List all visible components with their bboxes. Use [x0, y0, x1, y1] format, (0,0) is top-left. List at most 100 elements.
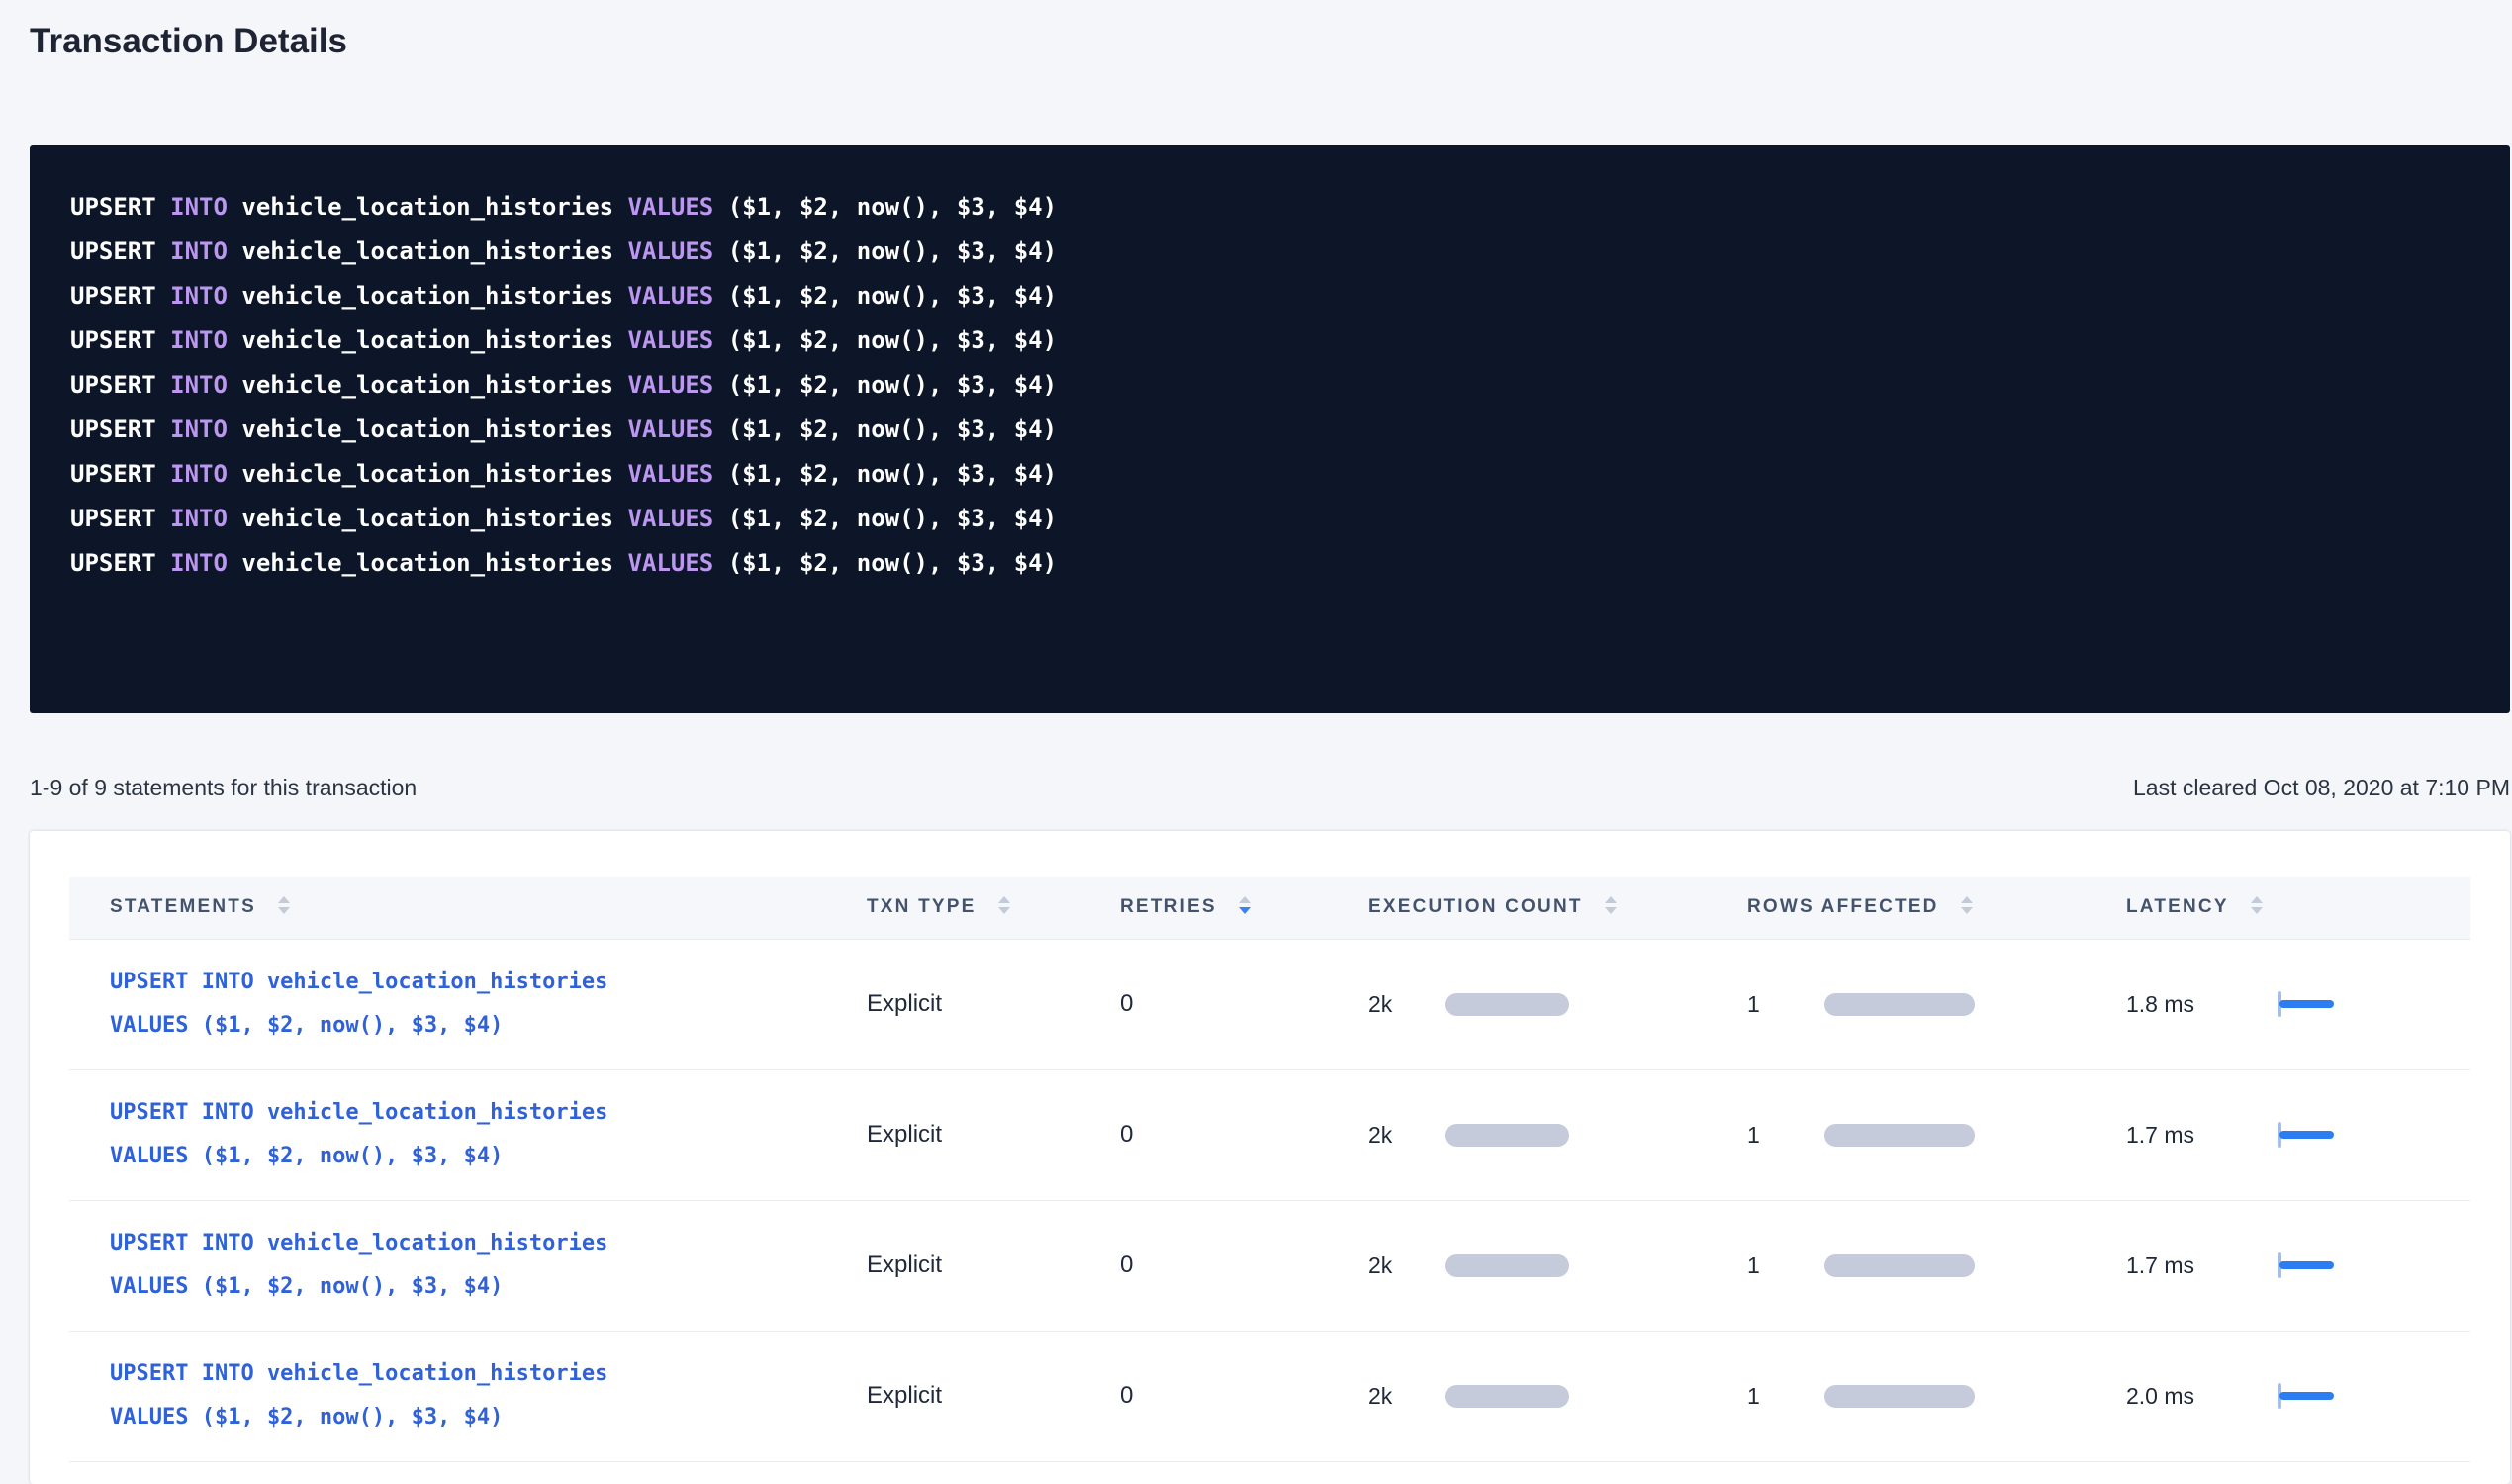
retries-cell: 0: [1094, 1331, 1343, 1461]
sql-keyword-into: INTO: [170, 237, 228, 265]
sql-table-name: vehicle_location_histories: [241, 505, 613, 532]
column-header-rows-affected[interactable]: Rows Affected: [1721, 877, 2100, 939]
sql-keyword-upsert: UPSERT: [70, 326, 156, 354]
sql-table-name: vehicle_location_histories: [241, 237, 613, 265]
sql-keyword-into: INTO: [170, 549, 228, 577]
statement-link[interactable]: UPSERT INTO vehicle_location_histories V…: [110, 1091, 841, 1178]
latency-bar-chart-icon: [2278, 1122, 2335, 1148]
sql-statement-line: UPSERT INTO vehicle_location_histories V…: [70, 274, 2469, 319]
sql-keyword-values: VALUES: [628, 282, 714, 310]
sql-params: ($1, $2, now(), $3, $4): [728, 193, 1057, 221]
sql-keyword-upsert: UPSERT: [70, 549, 156, 577]
execution-count-bar: [1445, 1124, 1569, 1147]
latency-bar-chart-icon: [2278, 1252, 2335, 1278]
latency-cell: 1.8 ms: [2100, 939, 2470, 1069]
sql-keyword-upsert: UPSERT: [70, 416, 156, 443]
sql-table-name: vehicle_location_histories: [241, 193, 613, 221]
sql-keyword-into: INTO: [170, 505, 228, 532]
sql-params: ($1, $2, now(), $3, $4): [728, 282, 1057, 310]
retries-cell: 0: [1094, 1069, 1343, 1200]
sort-icon: [278, 896, 290, 914]
page-title: Transaction Details: [30, 20, 2512, 63]
txn-type-cell: Explicit: [841, 1069, 1094, 1200]
sql-keyword-into: INTO: [170, 193, 228, 221]
sql-params: ($1, $2, now(), $3, $4): [728, 505, 1057, 532]
column-header-retries[interactable]: Retries: [1094, 877, 1343, 939]
sql-statement-line: UPSERT INTO vehicle_location_histories V…: [70, 230, 2469, 274]
sql-keyword-values: VALUES: [628, 326, 714, 354]
rows-affected-cell: 1: [1721, 1200, 2100, 1331]
column-header-execution-count[interactable]: Execution Count: [1343, 877, 1721, 939]
sql-params: ($1, $2, now(), $3, $4): [728, 549, 1057, 577]
sql-keyword-into: INTO: [170, 371, 228, 399]
execution-count-bar: [1445, 1254, 1569, 1277]
sort-icon: [1239, 896, 1251, 914]
rows-affected-bar: [1824, 1385, 1975, 1408]
retries-cell: 0: [1094, 939, 1343, 1069]
execution-count-bar: [1445, 1385, 1569, 1408]
latency-cell: 1.7 ms: [2100, 1200, 2470, 1331]
sql-statement-line: UPSERT INTO vehicle_location_histories V…: [70, 185, 2469, 230]
sql-keyword-into: INTO: [170, 282, 228, 310]
sql-keyword-upsert: UPSERT: [70, 460, 156, 488]
sql-keyword-values: VALUES: [628, 549, 714, 577]
txn-type-cell: Explicit: [841, 939, 1094, 1069]
rows-affected-cell: 1: [1721, 939, 2100, 1069]
column-header-txn-type[interactable]: Txn Type: [841, 877, 1094, 939]
sql-keyword-upsert: UPSERT: [70, 505, 156, 532]
sql-params: ($1, $2, now(), $3, $4): [728, 371, 1057, 399]
rows-affected-bar: [1824, 993, 1975, 1016]
statement-row: UPSERT INTO vehicle_location_histories V…: [69, 939, 2470, 1069]
sql-keyword-upsert: UPSERT: [70, 237, 156, 265]
statement-row: UPSERT INTO vehicle_location_histories V…: [69, 1069, 2470, 1200]
column-header-statements[interactable]: Statements: [69, 877, 841, 939]
sql-keyword-values: VALUES: [628, 237, 714, 265]
rows-affected-bar: [1824, 1124, 1975, 1147]
latency-bar-chart-icon: [2278, 1383, 2335, 1409]
sql-keyword-into: INTO: [170, 326, 228, 354]
sql-statement-line: UPSERT INTO vehicle_location_histories V…: [70, 319, 2469, 363]
sql-keyword-into: INTO: [170, 416, 228, 443]
sql-table-name: vehicle_location_histories: [241, 460, 613, 488]
transaction-details-page: Transaction Details UPSERT INTO vehicle_…: [0, 20, 2512, 1454]
sql-keyword-into: INTO: [170, 460, 228, 488]
sql-table-name: vehicle_location_histories: [241, 416, 613, 443]
txn-type-cell: Explicit: [841, 1331, 1094, 1461]
sql-table-name: vehicle_location_histories: [241, 371, 613, 399]
sql-keyword-values: VALUES: [628, 371, 714, 399]
rows-affected-cell: 1: [1721, 1331, 2100, 1461]
sql-statement-line: UPSERT INTO vehicle_location_histories V…: [70, 408, 2469, 452]
table-header-row: Statements Txn Type Retries Execution Co…: [69, 877, 2470, 939]
sql-params: ($1, $2, now(), $3, $4): [728, 416, 1057, 443]
statement-link[interactable]: UPSERT INTO vehicle_location_histories V…: [110, 961, 841, 1048]
sql-params: ($1, $2, now(), $3, $4): [728, 326, 1057, 354]
sql-params: ($1, $2, now(), $3, $4): [728, 237, 1057, 265]
sql-keyword-upsert: UPSERT: [70, 193, 156, 221]
statements-table: Statements Txn Type Retries Execution Co…: [69, 877, 2470, 1462]
statement-link[interactable]: UPSERT INTO vehicle_location_histories V…: [110, 1352, 841, 1439]
column-header-latency[interactable]: Latency: [2100, 877, 2470, 939]
last-cleared-text: Last cleared Oct 08, 2020 at 7:10 PM: [2133, 775, 2510, 801]
execution-count-cell: 2k: [1343, 939, 1721, 1069]
latency-bar-chart-icon: [2278, 991, 2335, 1017]
sort-icon: [998, 896, 1010, 914]
sql-statement-line: UPSERT INTO vehicle_location_histories V…: [70, 541, 2469, 586]
sql-table-name: vehicle_location_histories: [241, 549, 613, 577]
statement-row: UPSERT INTO vehicle_location_histories V…: [69, 1200, 2470, 1331]
statement-row: UPSERT INTO vehicle_location_histories V…: [69, 1331, 2470, 1461]
execution-count-cell: 2k: [1343, 1331, 1721, 1461]
statement-link[interactable]: UPSERT INTO vehicle_location_histories V…: [110, 1222, 841, 1309]
sql-table-name: vehicle_location_histories: [241, 282, 613, 310]
sort-icon: [2251, 896, 2263, 914]
txn-type-cell: Explicit: [841, 1200, 1094, 1331]
rows-affected-cell: 1: [1721, 1069, 2100, 1200]
statements-range-text: 1-9 of 9 statements for this transaction: [30, 775, 417, 801]
sort-icon: [1605, 896, 1617, 914]
summary-row: 1-9 of 9 statements for this transaction…: [30, 775, 2510, 801]
sql-statement-line: UPSERT INTO vehicle_location_histories V…: [70, 497, 2469, 541]
sql-keyword-upsert: UPSERT: [70, 282, 156, 310]
latency-cell: 2.0 ms: [2100, 1331, 2470, 1461]
rows-affected-bar: [1824, 1254, 1975, 1277]
sql-statement-line: UPSERT INTO vehicle_location_histories V…: [70, 452, 2469, 497]
sql-keyword-values: VALUES: [628, 460, 714, 488]
